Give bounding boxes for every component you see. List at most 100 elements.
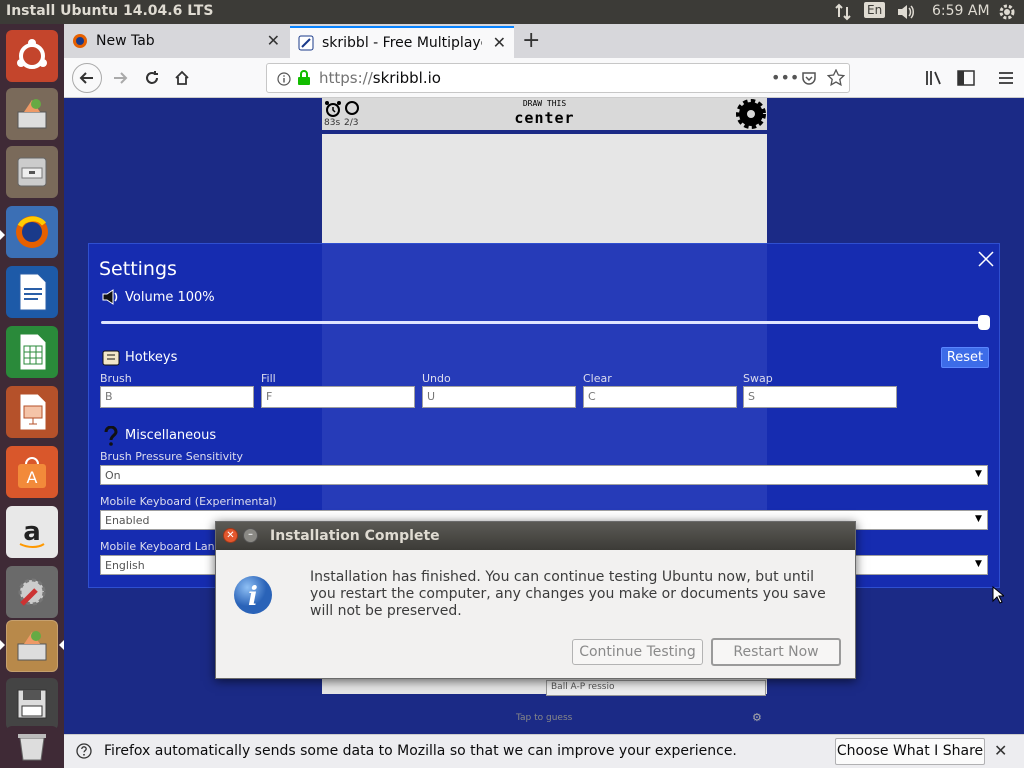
small-gear-icon[interactable]: ⚙	[752, 711, 762, 724]
hotkey-fill-input[interactable]: F	[261, 386, 415, 408]
forward-button[interactable]	[106, 64, 134, 92]
back-button[interactable]	[72, 63, 102, 93]
hotkey-clear-label: Clear	[583, 372, 612, 385]
chevron-down-icon: ▼	[975, 514, 982, 524]
files-icon[interactable]	[6, 146, 58, 198]
draw-this-label: DRAW THIS	[522, 99, 567, 108]
page-actions-icon[interactable]: •••	[771, 68, 799, 87]
pocket-icon[interactable]	[801, 70, 817, 90]
hotkey-undo-input[interactable]: U	[422, 386, 576, 408]
svg-text:A: A	[27, 468, 38, 487]
close-notification-icon[interactable]: ✕	[994, 741, 1007, 760]
home-button[interactable]	[168, 64, 196, 92]
nav-bar: https://skribbl.io •••	[64, 58, 1024, 98]
system-settings-icon[interactable]	[6, 566, 58, 618]
trash-icon[interactable]	[6, 726, 58, 766]
installation-complete-dialog: ✕ – Installation Complete i Installation…	[215, 521, 856, 679]
minimize-window-icon[interactable]: –	[243, 528, 258, 543]
settings-gear-icon[interactable]	[735, 98, 767, 134]
continue-testing-button[interactable]: Continue Testing	[572, 639, 703, 665]
reload-button[interactable]	[138, 64, 166, 92]
hotkey-undo-label: Undo	[422, 372, 451, 385]
volume-label: Volume 100%	[125, 290, 215, 305]
tap-to-guess-text: Tap to guess	[516, 713, 573, 723]
tab-new-tab[interactable]: New Tab ✕	[64, 26, 288, 58]
chat-input[interactable]: Ball A-P ressio	[546, 680, 766, 696]
mobile-keyboard-value: Enabled	[105, 514, 150, 527]
hotkeys-label: Hotkeys	[125, 350, 178, 365]
close-icon[interactable]	[977, 250, 995, 272]
firefox-icon[interactable]	[6, 206, 58, 258]
restart-now-button[interactable]: Restart Now	[711, 638, 841, 666]
keyboard-layout-indicator[interactable]: En	[864, 2, 886, 18]
volume-slider-track[interactable]	[101, 321, 987, 324]
installer-active-icon[interactable]	[6, 620, 58, 672]
firefox-tab-icon	[72, 33, 88, 53]
network-arrows-icon[interactable]	[834, 3, 852, 25]
hotkey-swap-label: Swap	[743, 372, 773, 385]
mobile-keyboard-lang-value: English	[105, 559, 145, 572]
notification-text: Firefox automatically sends some data to…	[104, 743, 737, 759]
installer-icon[interactable]	[6, 88, 58, 140]
bookmark-star-icon[interactable]	[826, 68, 846, 91]
svg-text:a: a	[23, 517, 41, 547]
tab-label: New Tab	[96, 33, 155, 49]
calc-icon[interactable]	[6, 326, 58, 378]
choose-what-i-share-button[interactable]: Choose What I Share	[835, 738, 985, 765]
floppy-icon[interactable]	[6, 678, 58, 730]
close-tab-icon[interactable]: ✕	[267, 31, 280, 50]
clock[interactable]: 6:59 AM	[932, 3, 990, 19]
library-icon[interactable]	[920, 64, 948, 92]
help-icon	[76, 743, 92, 763]
ubuntu-dash-icon[interactable]	[6, 30, 58, 82]
svg-text:i: i	[248, 582, 258, 612]
info-icon: i	[233, 575, 273, 619]
chevron-down-icon: ▼	[975, 559, 982, 569]
info-icon[interactable]	[277, 71, 291, 90]
launcher: A a	[0, 24, 64, 768]
tab-skribbl[interactable]: skribbl - Free Multiplaye ✕	[290, 26, 514, 58]
url-bar[interactable]: https://skribbl.io •••	[266, 63, 850, 93]
brush-pressure-label: Brush Pressure Sensitivity	[100, 450, 243, 463]
mobile-keyboard-lang-label: Mobile Keyboard Langu	[100, 540, 229, 553]
impress-icon[interactable]	[6, 386, 58, 438]
skribbl-tab-icon	[298, 35, 314, 55]
top-panel: Install Ubuntu 14.04.6 LTS En 6:59 AM	[0, 0, 1024, 24]
running-indicator	[0, 640, 5, 650]
question-mark-icon	[103, 425, 119, 450]
speaker-icon	[101, 288, 121, 310]
hotkey-swap-input[interactable]: S	[743, 386, 897, 408]
close-tab-icon[interactable]: ✕	[493, 33, 506, 52]
hotkey-brush-input[interactable]: B	[100, 386, 254, 408]
volume-icon[interactable]	[896, 3, 916, 25]
game-header: 83s 2/3 DRAW THIS center	[322, 98, 767, 130]
close-window-icon[interactable]: ✕	[223, 528, 238, 543]
menu-icon[interactable]	[992, 64, 1020, 92]
volume-slider-thumb[interactable]	[978, 315, 990, 330]
software-center-icon[interactable]: A	[6, 446, 58, 498]
settings-title: Settings	[99, 258, 177, 280]
reset-button[interactable]: Reset	[941, 347, 989, 368]
hotkey-clear-input[interactable]: C	[583, 386, 737, 408]
running-indicator	[0, 230, 5, 240]
new-tab-button[interactable]: +	[522, 28, 540, 53]
writer-icon[interactable]	[6, 266, 58, 318]
brush-pressure-select[interactable]: On ▼	[100, 465, 988, 485]
window-title: Install Ubuntu 14.04.6 LTS	[6, 3, 214, 19]
hotkey-fill-label: Fill	[261, 372, 276, 385]
hotkey-brush-label: Brush	[100, 372, 132, 385]
lock-icon[interactable]	[297, 70, 311, 90]
chevron-down-icon: ▼	[975, 469, 982, 479]
sidebar-icon[interactable]	[952, 64, 980, 92]
dialog-titlebar: ✕ – Installation Complete	[216, 522, 855, 550]
gear-icon[interactable]	[998, 3, 1016, 25]
amazon-icon[interactable]: a	[6, 506, 58, 558]
url-text: https://skribbl.io	[319, 69, 441, 87]
brush-pressure-value: On	[105, 469, 121, 482]
mobile-keyboard-label: Mobile Keyboard (Experimental)	[100, 495, 277, 508]
mouse-cursor-icon	[992, 585, 1006, 608]
tab-label: skribbl - Free Multiplaye	[322, 35, 482, 51]
misc-label: Miscellaneous	[125, 428, 217, 443]
word-to-draw: center	[514, 109, 575, 127]
keyboard-hotkeys-icon	[101, 349, 121, 371]
